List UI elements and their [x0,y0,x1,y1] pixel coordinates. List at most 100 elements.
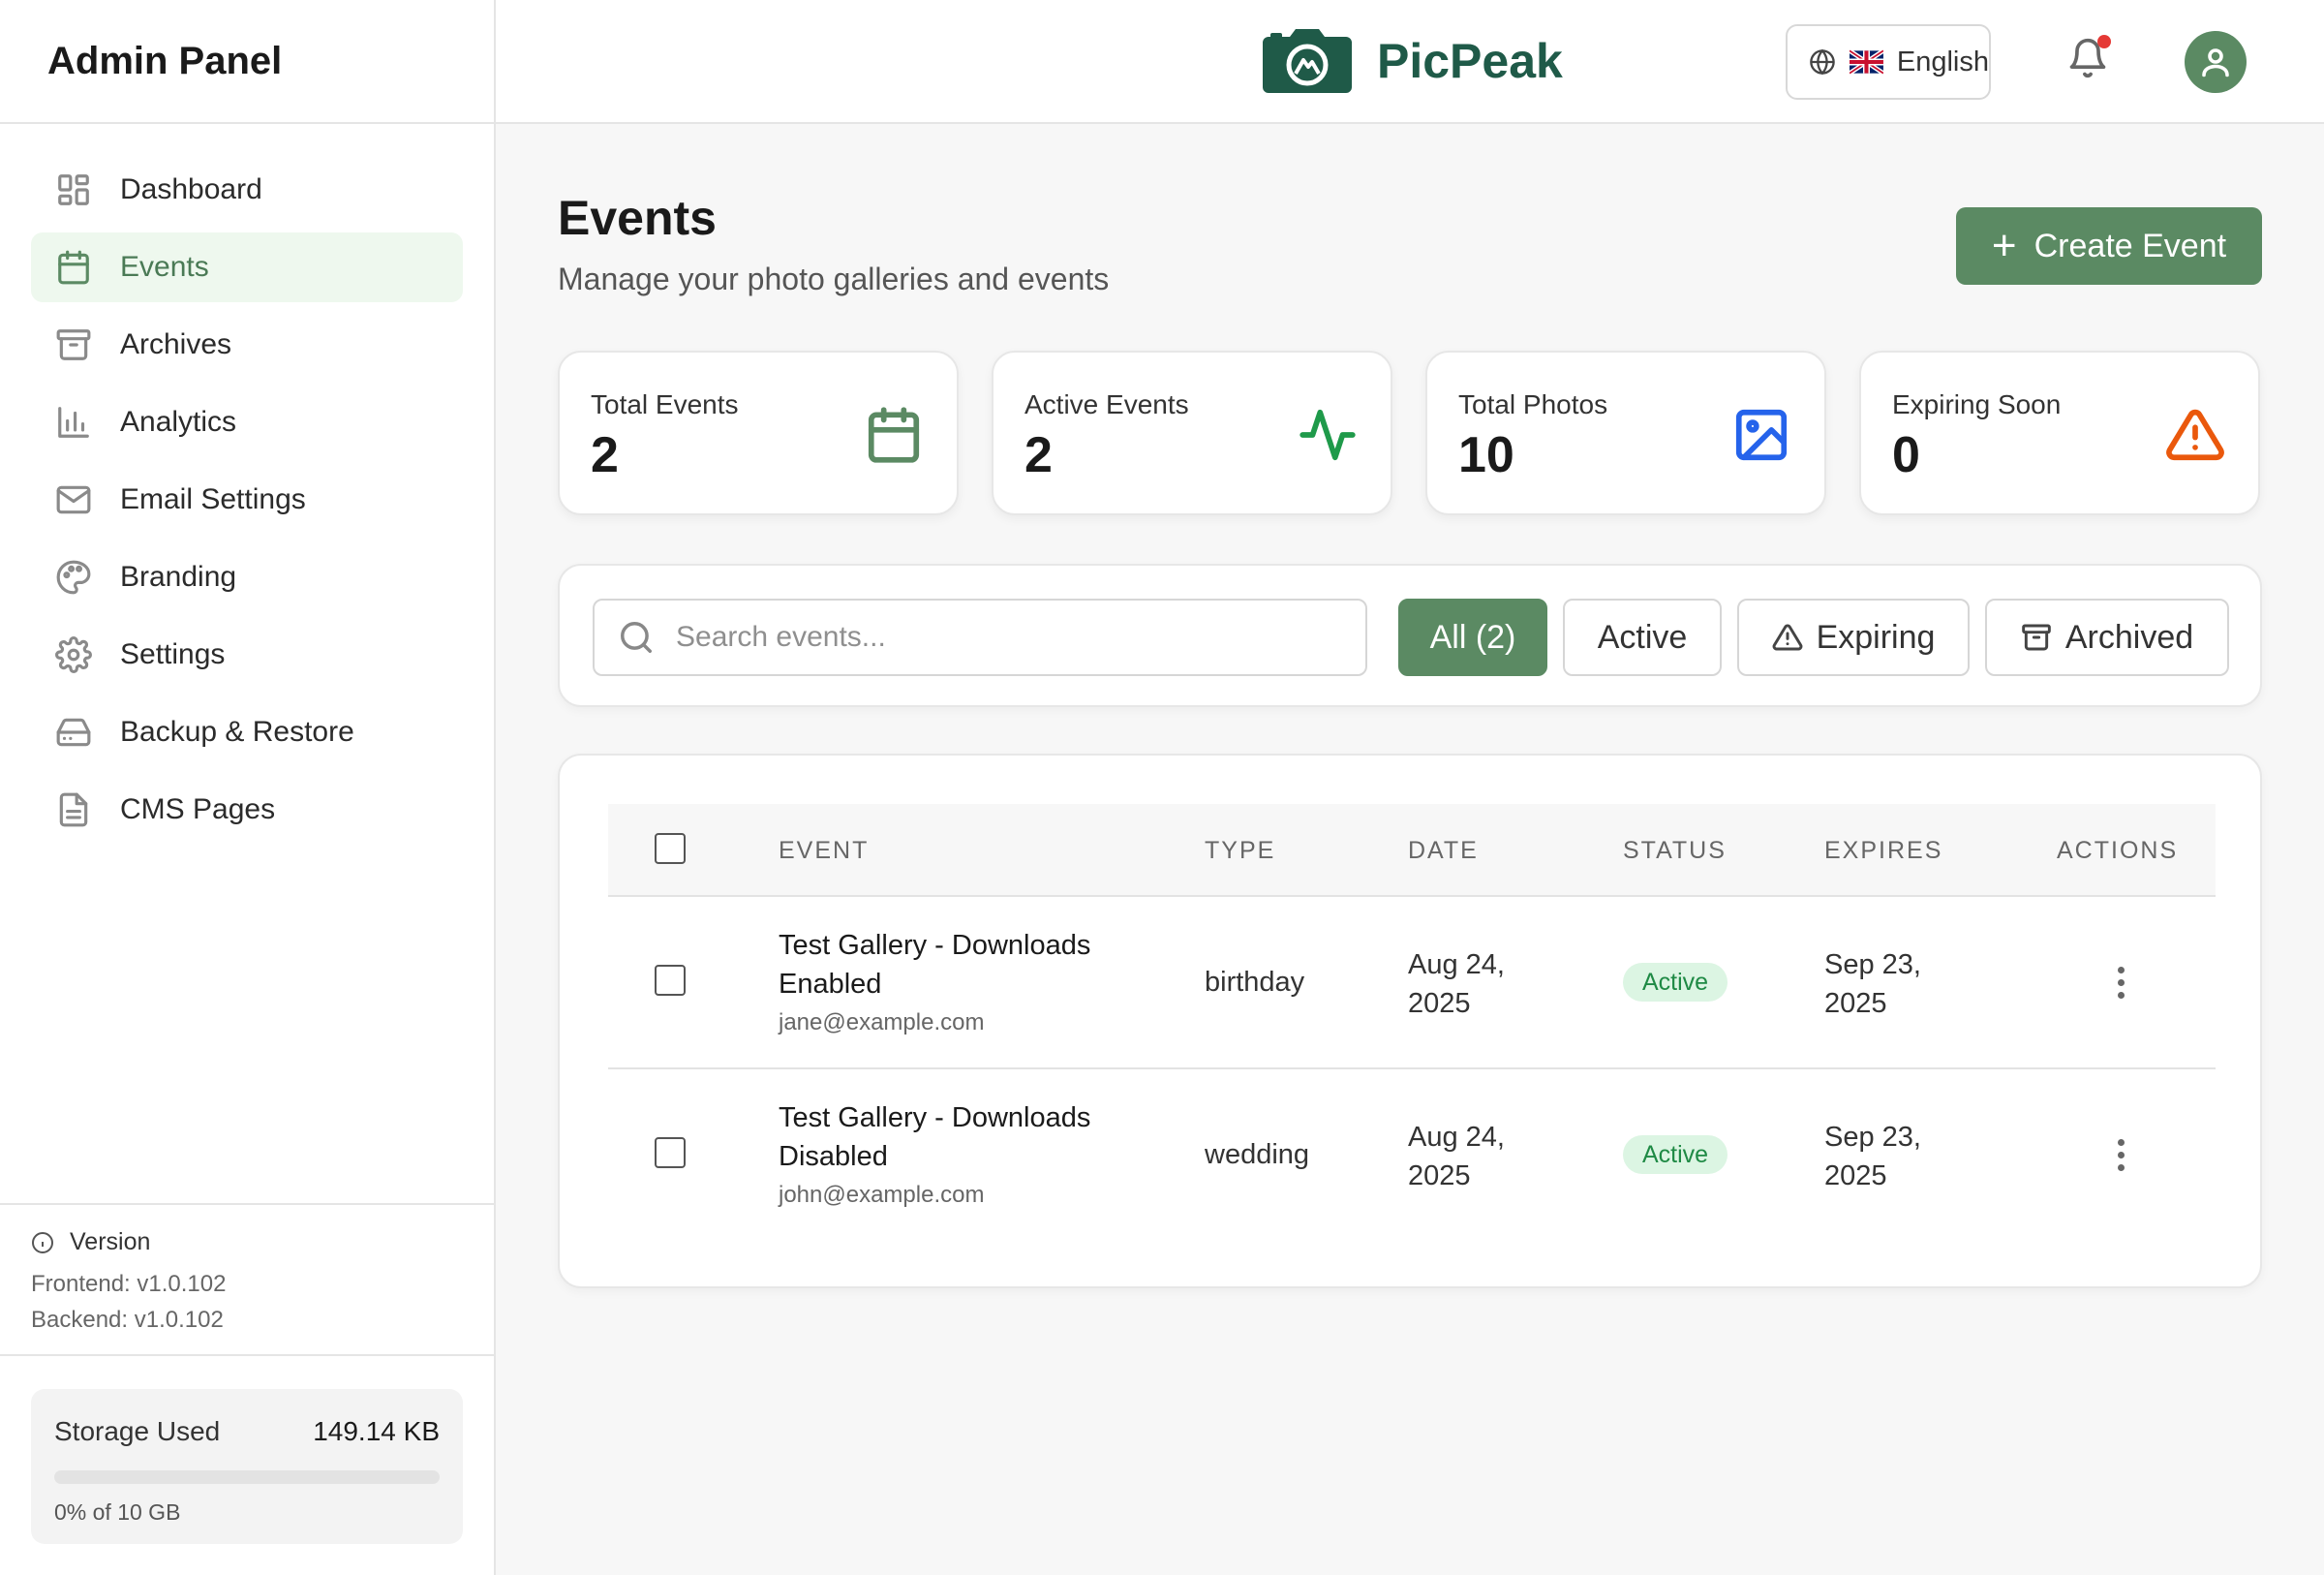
stat-card-active-events: Active Events 2 [992,351,1392,515]
filter-tab-archived[interactable]: Archived [1985,599,2229,676]
sidebar-header: Admin Panel [0,0,494,124]
sidebar-item-label: Settings [120,638,226,670]
brand-name: PicPeak [1377,34,1563,88]
search-icon [621,622,652,653]
filter-tab-all[interactable]: All (2) [1398,599,1547,676]
gear-icon [54,635,93,674]
create-event-button[interactable]: + Create Event [1956,207,2262,285]
stat-label: Active Events [1024,389,1189,419]
column-header-date[interactable]: DATE [1408,837,1479,865]
activity-icon [1298,405,1358,465]
mail-icon [54,480,93,519]
plus-icon: + [1991,222,2017,269]
event-expires: Sep 23, 2025 [1824,949,1921,1019]
stat-value: 2 [591,427,619,483]
sidebar-title: Admin Panel [47,39,283,82]
column-header-type[interactable]: TYPE [1205,837,1275,865]
sidebar-item-cms-pages[interactable]: CMS Pages [31,775,463,845]
row-checkbox[interactable] [655,965,686,996]
sidebar-item-archives[interactable]: Archives [31,310,463,380]
stat-card-total-photos: Total Photos 10 [1425,351,1826,515]
filter-tab-expiring[interactable]: Expiring [1737,599,1970,676]
sidebar-item-label: Email Settings [120,483,306,515]
create-event-label: Create Event [2034,227,2227,264]
storage-progress-bar [54,1470,440,1484]
sidebar-item-dashboard[interactable]: Dashboard [31,155,463,225]
calendar-icon [54,248,93,287]
table-row[interactable]: Test Gallery - Downloads Disabled john@e… [608,1069,2216,1242]
sidebar-item-label: Archives [120,328,232,360]
table-row[interactable]: Test Gallery - Downloads Enabled jane@ex… [608,897,2216,1069]
search-input[interactable] [676,621,1354,654]
row-checkbox[interactable] [655,1137,686,1168]
event-date: Aug 24, 2025 [1408,949,1505,1019]
storage-percent: 0% of 10 GB [54,1499,181,1525]
event-name[interactable]: Test Gallery - Downloads Disabled [779,1098,1147,1176]
sidebar-item-label: Analytics [120,406,237,438]
brand-logo[interactable]: PicPeak [1263,29,1563,93]
version-panel: Version Frontend: v1.0.102 Backend: v1.0… [0,1203,494,1356]
storage-label: Storage Used [54,1416,221,1446]
event-name[interactable]: Test Gallery - Downloads Enabled [779,926,1147,1004]
row-actions-menu-icon[interactable] [2101,953,2140,1011]
palette-icon [54,558,93,597]
event-type: birthday [1205,967,1305,998]
storage-panel: Storage Used 149.14 KB 0% of 10 GB [31,1389,463,1544]
sidebar-item-backup-restore[interactable]: Backup & Restore [31,697,463,767]
column-header-event[interactable]: EVENT [779,837,869,865]
stat-value: 0 [1892,427,1920,483]
file-text-icon [54,790,93,829]
sidebar-item-settings[interactable]: Settings [31,620,463,690]
sidebar-item-events[interactable]: Events [31,232,463,302]
sidebar-item-label: Events [120,251,209,283]
version-heading: Version [31,1228,463,1256]
version-label: Version [70,1228,151,1255]
sidebar-item-label: Branding [120,561,237,593]
status-badge: Active [1623,1135,1728,1174]
camera-logo-icon [1263,29,1352,93]
column-header-status[interactable]: STATUS [1623,837,1727,865]
calendar-icon [864,405,924,465]
stat-value: 10 [1458,427,1514,483]
sidebar-item-branding[interactable]: Branding [31,542,463,612]
filter-bar: All (2) Active Expiring Archived [558,564,2262,707]
stat-value: 2 [1024,427,1053,483]
stat-card-total-events: Total Events 2 [558,351,959,515]
stat-label: Expiring Soon [1892,389,2062,419]
hard-drive-icon [54,713,93,752]
event-email: jane@example.com [779,1009,985,1035]
notifications-button[interactable] [2066,35,2115,85]
filter-tab-label: Active [1597,618,1688,656]
status-badge: Active [1623,963,1728,1002]
row-actions-menu-icon[interactable] [2101,1126,2140,1184]
filter-tab-label: Expiring [1816,618,1936,656]
stat-label: Total Photos [1458,389,1608,419]
search-box[interactable] [593,599,1367,676]
image-icon [1731,405,1791,465]
column-header-expires[interactable]: EXPIRES [1824,837,1942,865]
user-avatar-button[interactable] [2185,31,2247,93]
sidebar-nav: Dashboard Events Archives Analytics Emai… [0,124,494,845]
sidebar-item-label: Backup & Restore [120,716,354,748]
archive-icon [54,325,93,364]
column-header-actions: ACTIONS [2057,837,2179,864]
page-subtitle: Manage your photo galleries and events [558,262,1110,296]
page-title: Events [558,191,717,245]
top-header: PicPeak English [496,0,2324,124]
sidebar-item-label: Dashboard [120,173,262,205]
event-date: Aug 24, 2025 [1408,1122,1505,1191]
sidebar-item-analytics[interactable]: Analytics [31,387,463,457]
filter-tab-label: All (2) [1429,618,1516,656]
select-all-checkbox[interactable] [655,833,686,864]
notification-dot [2097,35,2111,48]
warning-icon [2165,405,2225,465]
dashboard-icon [54,170,93,209]
table-header: EVENT TYPE DATE STATUS EXPIRES ACTIONS [608,804,2216,897]
filter-tab-label: Archived [2064,618,2194,656]
language-selector[interactable]: English [1786,24,1991,100]
sidebar-item-email-settings[interactable]: Email Settings [31,465,463,535]
filter-tab-active[interactable]: Active [1563,599,1722,676]
frontend-version: Frontend: v1.0.102 [31,1271,227,1297]
globe-icon [1810,48,1835,76]
backend-version: Backend: v1.0.102 [31,1307,224,1333]
